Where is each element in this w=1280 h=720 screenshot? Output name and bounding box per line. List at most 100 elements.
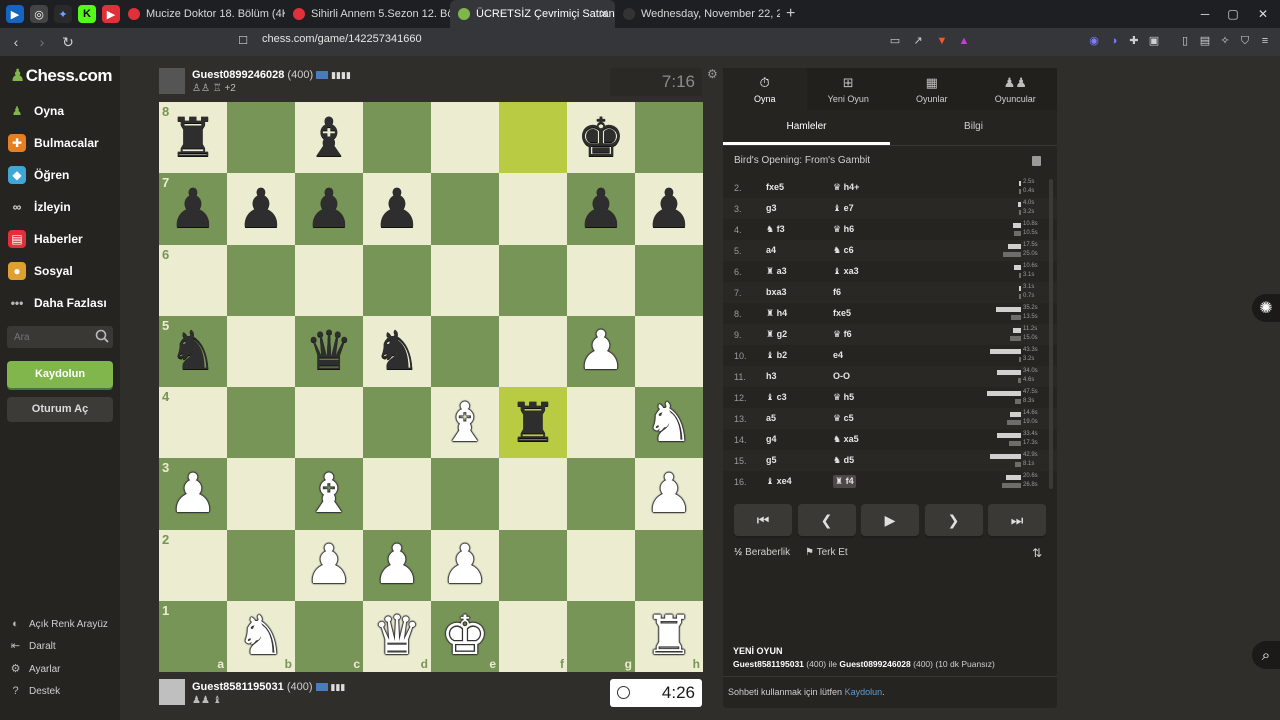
square-e4[interactable]: ♝: [431, 387, 499, 459]
play-button[interactable]: ▶: [861, 504, 919, 536]
nav-more[interactable]: ••• Daha Fazlası: [8, 294, 107, 312]
cast-icon[interactable]: ▭: [888, 34, 902, 48]
white-piece-icon[interactable]: ♞: [645, 395, 693, 450]
square-b6[interactable]: [227, 244, 295, 316]
white-move[interactable]: ♜ g2: [766, 329, 787, 340]
black-piece-icon[interactable]: ♜: [509, 395, 557, 450]
avatar[interactable]: [159, 68, 185, 94]
white-piece-icon[interactable]: ♟: [441, 538, 489, 592]
nav-watch[interactable]: ∞ İzleyin: [8, 198, 71, 216]
white-move[interactable]: bxa3: [766, 287, 787, 297]
square-a5[interactable]: 5 ♞: [159, 315, 227, 387]
chess-board[interactable]: 8 ♜ ♝ ♚ 7 ♟ ♟ ♟ ♟ ♟ ♟ 6 5 ♞ ♛ ♞ ♟ 4 ♝ ♜ ♞ 3 ♟ ♝ ♟ 2 ♟ ♟ ♟ 1 a b ♞ c d ♛ e ♚ f g…: [159, 102, 703, 672]
black-piece-icon[interactable]: ♚: [577, 110, 625, 165]
square-a8[interactable]: 8 ♜: [159, 102, 227, 174]
bottom-player-name[interactable]: Guest8581195031 (400) ▮▮▮: [192, 681, 345, 693]
search-input[interactable]: [7, 326, 87, 348]
square-b8[interactable]: [227, 102, 295, 174]
square-e1[interactable]: e ♚: [431, 600, 499, 672]
square-b7[interactable]: ♟: [227, 173, 295, 245]
white-piece-icon[interactable]: ♟: [305, 538, 353, 592]
white-piece-icon[interactable]: ♜: [645, 609, 693, 663]
black-piece-icon[interactable]: ♟: [373, 181, 421, 236]
menu-icon[interactable]: ≡: [1258, 34, 1272, 48]
previous-move-button[interactable]: ❮: [797, 504, 856, 536]
nav-puzzles[interactable]: ✚ Bulmacalar: [8, 134, 99, 152]
black-piece-icon[interactable]: ♞: [373, 324, 421, 378]
white-piece-icon[interactable]: ♚: [441, 609, 489, 663]
url-field[interactable]: chess.com/game/142257341660: [262, 33, 422, 45]
nav-news[interactable]: ▤ Haberler: [8, 230, 83, 248]
black-move[interactable]: ♝ e7: [833, 203, 854, 214]
white-move[interactable]: ♜ a3: [766, 266, 787, 277]
white-move[interactable]: g4: [766, 434, 777, 444]
app-icon[interactable]: ▶: [6, 5, 24, 23]
white-move[interactable]: ♝ c3: [766, 392, 787, 403]
resign-button[interactable]: ⚑ Terk Et: [805, 547, 848, 558]
black-move[interactable]: O-O: [833, 371, 850, 381]
white-piece-icon[interactable]: ♝: [305, 466, 353, 521]
square-g4[interactable]: [567, 387, 635, 459]
wallet2-icon[interactable]: ▤: [1198, 34, 1212, 48]
square-e2[interactable]: ♟: [431, 529, 499, 601]
white-move[interactable]: ♝ b2: [766, 350, 787, 361]
move-list[interactable]: 2. fxe5 ♛ h4+ 2.5s 0.4s 3. g3 ♝ e7 4.0s 3.2s 4. ♞ f…: [723, 177, 1057, 492]
square-d8[interactable]: [363, 102, 431, 174]
sidebar-toggle-icon[interactable]: ▯: [1178, 34, 1192, 48]
square-a7[interactable]: 7 ♟: [159, 173, 227, 245]
square-f1[interactable]: f: [499, 600, 567, 672]
top-player-name[interactable]: Guest0899246028 (400) ▮▮▮▮: [192, 69, 351, 81]
black-move[interactable]: ♜ f4: [833, 475, 856, 488]
white-move[interactable]: h3: [766, 371, 777, 381]
square-e3[interactable]: [431, 458, 499, 530]
black-piece-icon[interactable]: ♛: [305, 324, 353, 378]
tab-games[interactable]: ▦ Oyunlar: [890, 68, 974, 110]
last-move-button[interactable]: ⏭: [988, 504, 1046, 536]
youtube-icon[interactable]: ▶: [102, 5, 120, 23]
flip-board-icon[interactable]: ⇅: [1032, 546, 1045, 560]
square-e7[interactable]: [431, 173, 499, 245]
square-a6[interactable]: 6: [159, 244, 227, 316]
white-move[interactable]: ♞ f3: [766, 224, 785, 235]
square-f8[interactable]: [499, 102, 567, 174]
square-h5[interactable]: [635, 315, 703, 387]
black-move[interactable]: f6: [833, 287, 841, 297]
white-move[interactable]: fxe5: [766, 182, 784, 192]
white-piece-icon[interactable]: ♟: [577, 324, 625, 378]
black-piece-icon[interactable]: ♟: [237, 181, 285, 236]
square-b4[interactable]: [227, 387, 295, 459]
brave-shield-icon[interactable]: ▼: [935, 34, 949, 48]
black-move[interactable]: ♛ f6: [833, 329, 852, 340]
white-move[interactable]: g5: [766, 455, 777, 465]
login-button[interactable]: Oturum Aç: [7, 397, 113, 422]
white-move[interactable]: a4: [766, 245, 776, 255]
tab-play[interactable]: ⏱ Oyna: [723, 68, 807, 110]
search-icon[interactable]: [95, 329, 109, 343]
black-piece-icon[interactable]: ♟: [169, 181, 217, 236]
browser-tab[interactable]: Wednesday, November 22, 2017 The: [615, 0, 780, 28]
square-h8[interactable]: [635, 102, 703, 174]
browser-tab[interactable]: Mucize Doktor 18. Bölüm (4K) - YouT: [120, 0, 285, 28]
square-c7[interactable]: ♟: [295, 173, 363, 245]
zoom-fab[interactable]: ⌕: [1252, 641, 1280, 669]
next-move-button[interactable]: ❯: [924, 504, 983, 536]
share-icon[interactable]: ↗: [911, 34, 925, 48]
square-d1[interactable]: d ♛: [363, 600, 431, 672]
square-g1[interactable]: g: [567, 600, 635, 672]
black-move[interactable]: ♛ h6: [833, 224, 854, 235]
leo-icon[interactable]: ✧: [1218, 34, 1232, 48]
white-piece-icon[interactable]: ♟: [645, 466, 693, 521]
white-piece-icon[interactable]: ♟: [373, 538, 421, 592]
square-d6[interactable]: [363, 244, 431, 316]
settings-button[interactable]: ⚙ Ayarlar: [9, 663, 61, 676]
black-piece-icon[interactable]: ♟: [577, 181, 625, 236]
square-b1[interactable]: b ♞: [227, 600, 295, 672]
white-piece-icon[interactable]: ♛: [373, 609, 421, 663]
black-move[interactable]: ♛ h4+: [833, 182, 859, 193]
nav-play[interactable]: ♟ Oyna: [8, 102, 64, 120]
gemini-icon[interactable]: ✦: [54, 5, 72, 23]
black-move[interactable]: e4: [833, 350, 843, 360]
move-list-scrollbar[interactable]: [1049, 179, 1053, 489]
light-theme-toggle[interactable]: ◐ Açık Renk Arayüz: [9, 618, 108, 631]
square-g5[interactable]: ♟: [567, 315, 635, 387]
